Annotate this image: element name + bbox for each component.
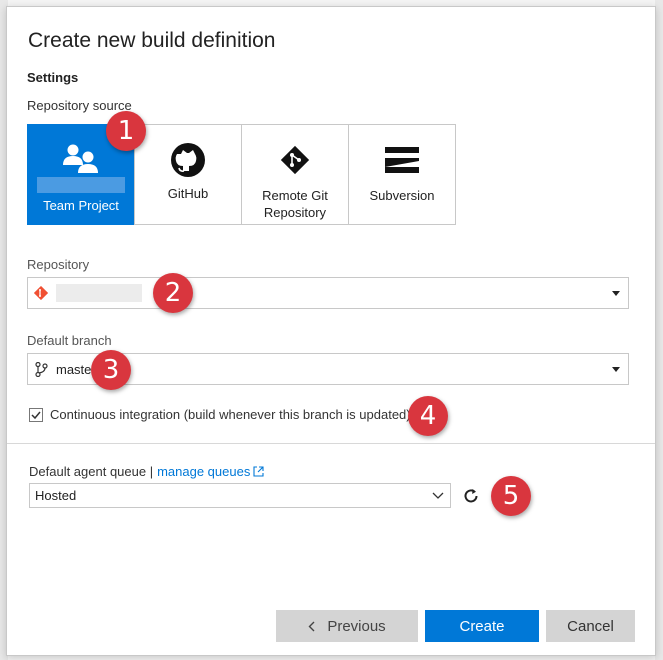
source-tile-label: Remote Git Repository <box>262 188 328 220</box>
dialog-title: Create new build definition <box>28 29 276 52</box>
source-tile-github[interactable]: GitHub <box>134 124 242 225</box>
continuous-integration-row: Continuous integration (build whenever t… <box>29 407 411 422</box>
create-build-definition-dialog: Create new build definition Settings Rep… <box>6 6 656 656</box>
callout-badge-4: 4 <box>408 396 448 436</box>
previous-button-label: Previous <box>327 617 386 635</box>
repository-label: Repository <box>27 257 90 272</box>
checkmark-icon <box>31 411 41 419</box>
source-tile-remote-git[interactable]: Remote Git Repository <box>241 124 349 225</box>
refresh-icon <box>464 489 478 503</box>
agent-queue-label: Default agent queue | <box>29 464 154 479</box>
default-branch-value: master <box>56 361 96 377</box>
callout-badge-5: 5 <box>491 476 531 516</box>
refresh-queues-button[interactable] <box>459 484 483 508</box>
chevron-left-icon <box>308 621 315 632</box>
agent-queue-select[interactable]: Hosted <box>29 483 451 508</box>
callout-badge-3: 3 <box>91 350 131 390</box>
git-icon <box>276 141 314 179</box>
chevron-down-icon <box>612 367 620 372</box>
default-branch-label: Default branch <box>27 333 112 348</box>
background-right-edge <box>655 0 663 660</box>
source-tile-subversion[interactable]: Subversion <box>348 124 456 225</box>
source-tile-label: Subversion <box>369 188 435 203</box>
repository-source-tiles: Team Project GitHub Remote Git Repositor… <box>27 124 456 225</box>
manage-queues-link[interactable]: manage queues <box>157 464 250 479</box>
github-icon <box>169 141 207 179</box>
continuous-integration-label: Continuous integration (build whenever t… <box>50 407 411 422</box>
chevron-down-icon <box>432 489 444 504</box>
callout-badge-1: 1 <box>106 111 146 151</box>
section-divider <box>7 443 655 444</box>
repository-dropdown[interactable] <box>27 277 629 309</box>
subversion-icon <box>383 141 421 179</box>
agent-queue-value: Hosted <box>35 488 77 503</box>
continuous-integration-checkbox[interactable] <box>29 407 43 422</box>
chevron-down-icon <box>612 291 620 296</box>
repository-value <box>56 284 142 302</box>
branch-icon <box>35 361 48 377</box>
redacted-project-name <box>37 177 125 193</box>
external-link-icon <box>253 466 264 477</box>
team-project-icon <box>62 141 100 179</box>
previous-button[interactable]: Previous <box>276 610 418 642</box>
git-icon <box>34 286 48 300</box>
callout-badge-2: 2 <box>153 273 193 313</box>
cancel-button[interactable]: Cancel <box>546 610 635 642</box>
create-button[interactable]: Create <box>425 610 539 642</box>
agent-queue-label-row: Default agent queue | manage queues <box>29 464 264 479</box>
source-tile-label: Team Project <box>43 198 119 213</box>
settings-heading: Settings <box>27 70 79 85</box>
source-tile-label: GitHub <box>167 186 209 201</box>
repository-source-label: Repository source <box>27 98 132 113</box>
